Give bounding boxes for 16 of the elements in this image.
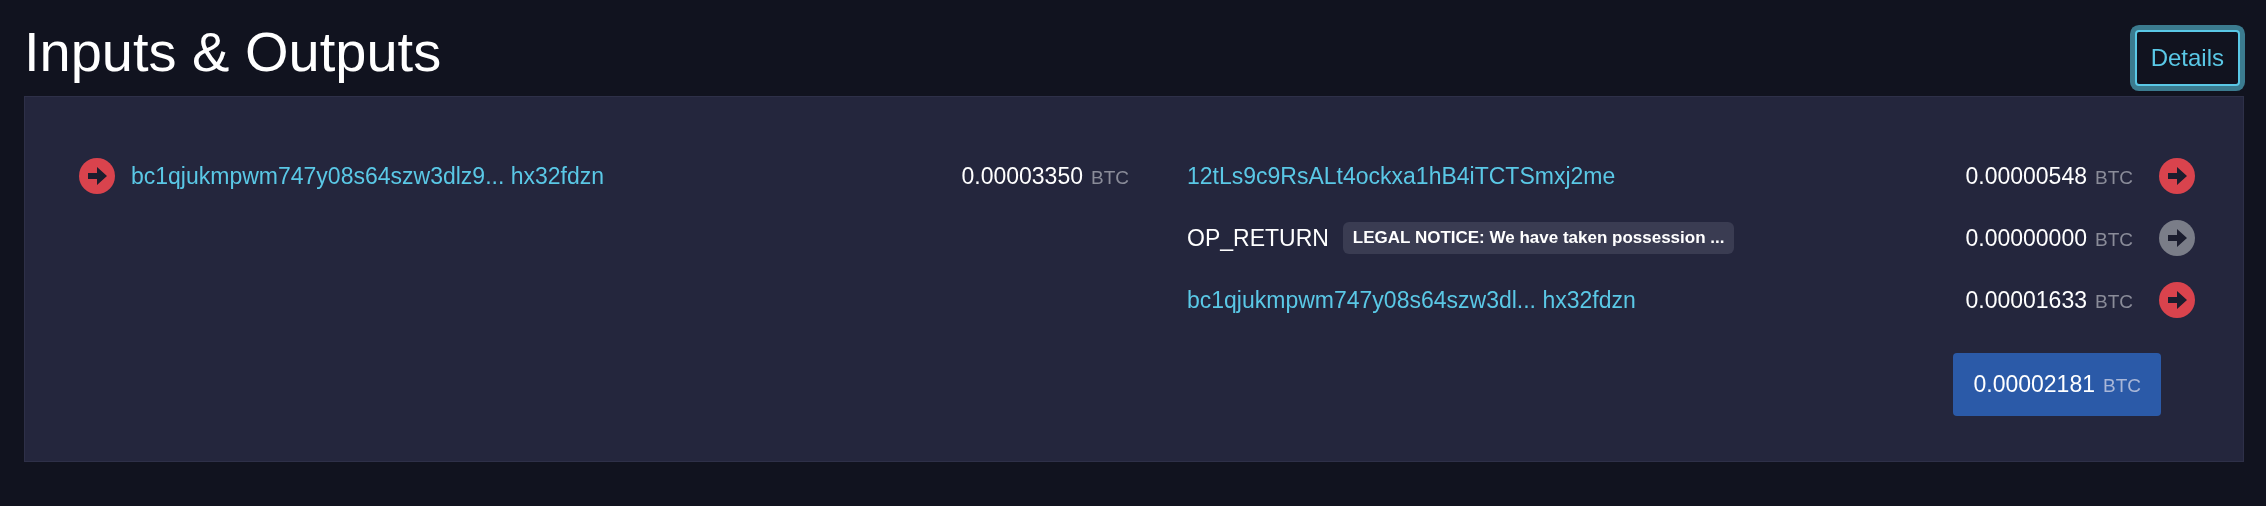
- unit-label: BTC: [1091, 165, 1129, 190]
- unit-label: BTC: [2095, 227, 2133, 252]
- op-return-label: OP_RETURN: [1187, 223, 1329, 253]
- address-link[interactable]: bc1qjukmpwm747y08s64szw3dlz9... hx32fdzn: [131, 158, 605, 194]
- address-link[interactable]: 12tLs9c9RsALt4ockxa1hB4iTCTSmxj2me: [1187, 158, 1616, 194]
- address-link[interactable]: bc1qjukmpwm747y08s64szw3dl... hx32fdzn: [1187, 282, 1636, 318]
- amount-text: 0.00000000: [1965, 223, 2087, 253]
- amount-text: 0.00001633: [1965, 285, 2087, 315]
- amount-text: 0.00002181: [1973, 371, 2095, 397]
- unit-label: BTC: [2095, 165, 2133, 190]
- amount-text: 0.00003350: [961, 161, 1083, 191]
- unit-label: BTC: [2095, 289, 2133, 314]
- section-title: Inputs & Outputs: [24, 19, 442, 85]
- message-tag: LEGAL NOTICE: We have taken possession ...: [1342, 222, 1735, 254]
- amount-text: 0.00000548: [1965, 161, 2087, 191]
- unit-label: BTC: [2103, 375, 2141, 396]
